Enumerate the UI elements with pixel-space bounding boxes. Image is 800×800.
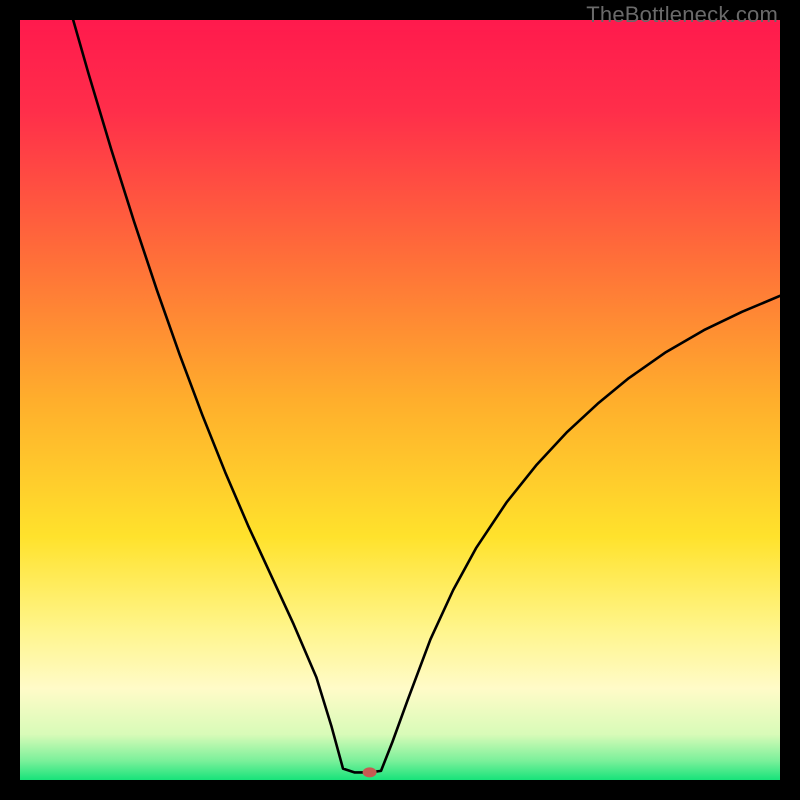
bottleneck-chart (20, 20, 780, 780)
valley-marker (363, 767, 377, 777)
gradient-background (20, 20, 780, 780)
watermark-text: TheBottleneck.com (586, 2, 778, 28)
chart-frame (20, 20, 780, 780)
